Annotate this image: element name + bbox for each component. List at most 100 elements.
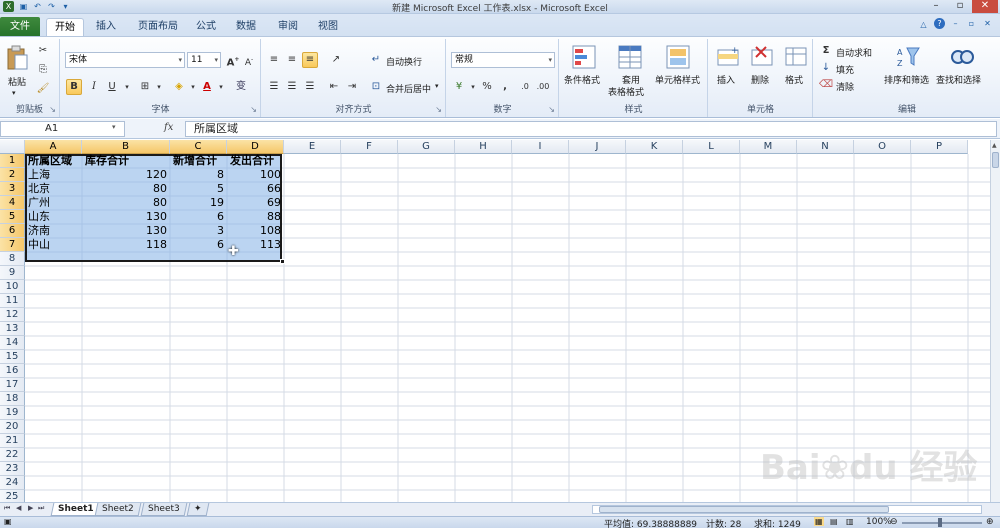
name-box[interactable]: A1 — [0, 121, 125, 137]
row-header-11[interactable]: 11 — [0, 294, 25, 308]
increase-indent-icon[interactable]: ⇥ — [344, 79, 360, 95]
wrap-text-button[interactable]: 自动换行 — [386, 55, 422, 68]
column-header-n[interactable]: N — [797, 140, 854, 154]
tab-data[interactable]: 数据 — [230, 18, 262, 36]
row-header-9[interactable]: 9 — [0, 266, 25, 280]
align-left-icon[interactable]: ☰ — [266, 79, 282, 95]
page-break-view-icon[interactable]: ▥ — [846, 517, 854, 526]
data-cell[interactable]: 118 — [82, 238, 170, 252]
horizontal-scrollbar[interactable] — [592, 505, 982, 514]
header-cell[interactable]: 发出合计 — [227, 154, 284, 168]
last-sheet-icon[interactable]: ⏭ — [38, 504, 44, 513]
row-header-18[interactable]: 18 — [0, 392, 25, 406]
row-header-23[interactable]: 23 — [0, 462, 25, 476]
row-header-12[interactable]: 12 — [0, 308, 25, 322]
font-name-select[interactable]: 宋体 ▾ — [65, 52, 185, 68]
page-layout-view-icon[interactable]: ▤ — [830, 517, 838, 526]
zoom-slider[interactable] — [902, 522, 982, 524]
merge-center-button[interactable]: 合并后居中 — [386, 82, 431, 95]
select-all-corner[interactable] — [0, 140, 25, 154]
zoom-level[interactable]: 100% — [866, 517, 892, 527]
data-cell[interactable]: 6 — [170, 238, 227, 252]
alignment-launcher-icon[interactable]: ↘ — [435, 105, 442, 114]
row-header-16[interactable]: 16 — [0, 364, 25, 378]
underline-dropdown-icon[interactable]: ▾ — [119, 79, 135, 95]
data-cell[interactable]: 8 — [170, 168, 227, 182]
data-cell[interactable]: 130 — [82, 224, 170, 238]
next-sheet-icon[interactable]: ▶ — [28, 504, 33, 512]
number-format-select[interactable]: 常规 ▾ — [451, 52, 555, 68]
wb-close-icon[interactable]: ✕ — [982, 18, 993, 29]
data-cell[interactable]: 上海 — [25, 168, 82, 182]
copy-icon[interactable]: ⎘ — [35, 62, 51, 78]
paste-label[interactable]: 粘贴 — [8, 75, 26, 88]
zoom-in-icon[interactable]: ⊕ — [986, 517, 994, 527]
orientation-icon[interactable]: ↗ — [328, 52, 344, 68]
first-sheet-icon[interactable]: ⏮ — [4, 504, 10, 513]
row-header-10[interactable]: 10 — [0, 280, 25, 294]
wb-minimize-icon[interactable]: – — [950, 18, 961, 29]
insert-function-icon[interactable]: fx — [164, 122, 173, 133]
cut-icon[interactable]: ✂ — [35, 43, 51, 59]
clear-icon[interactable]: ⌫ — [818, 77, 834, 93]
header-cell[interactable]: 库存合计 — [82, 154, 170, 168]
insert-cells-button[interactable]: 插入 — [717, 73, 735, 86]
font-launcher-icon[interactable]: ↘ — [250, 105, 257, 114]
row-header-1[interactable]: 1 — [0, 154, 25, 168]
format-cells-icon[interactable] — [785, 45, 807, 67]
row-header-4[interactable]: 4 — [0, 196, 25, 210]
zoom-slider-thumb[interactable] — [938, 518, 942, 527]
format-painter-icon[interactable]: 🖌 — [35, 81, 51, 97]
find-select-icon[interactable] — [950, 45, 974, 69]
column-header-m[interactable]: M — [740, 140, 797, 154]
clear-button[interactable]: 清除 — [836, 80, 854, 93]
paste-dropdown-icon[interactable]: ▾ — [12, 89, 16, 97]
sort-filter-icon[interactable]: AZ — [896, 45, 920, 69]
data-cell[interactable]: 山东 — [25, 210, 82, 224]
column-header-o[interactable]: O — [854, 140, 911, 154]
row-header-21[interactable]: 21 — [0, 434, 25, 448]
macro-record-icon[interactable]: ▣ — [4, 517, 12, 526]
sheet-tab-1[interactable]: Sheet1 — [50, 503, 102, 516]
wrap-text-icon[interactable]: ↵ — [368, 52, 384, 68]
h-scroll-thumb[interactable] — [599, 506, 889, 513]
decrease-indent-icon[interactable]: ⇤ — [326, 79, 342, 95]
tab-view[interactable]: 视图 — [312, 18, 344, 36]
minimize-ribbon-icon[interactable]: △ — [918, 19, 929, 30]
tab-review[interactable]: 审阅 — [272, 18, 304, 36]
column-header-l[interactable]: L — [683, 140, 740, 154]
column-header-f[interactable]: F — [341, 140, 398, 154]
column-header-b[interactable]: B — [82, 140, 170, 154]
row-header-17[interactable]: 17 — [0, 378, 25, 392]
fill-button[interactable]: 填充 — [836, 63, 854, 76]
normal-view-icon[interactable]: ▦ — [814, 517, 824, 526]
minimize-button[interactable]: – — [924, 0, 948, 13]
data-cell[interactable]: 北京 — [25, 182, 82, 196]
merge-center-icon[interactable]: ⊡ — [368, 79, 384, 95]
name-box-dropdown-icon[interactable]: ▾ — [112, 123, 116, 131]
format-as-table-icon[interactable] — [618, 45, 642, 69]
data-cell[interactable]: 80 — [82, 182, 170, 196]
conditional-format-icon[interactable] — [572, 45, 596, 69]
delete-cells-icon[interactable] — [751, 45, 773, 67]
column-header-d[interactable]: D — [227, 140, 284, 154]
tab-page-layout[interactable]: 页面布局 — [132, 18, 184, 36]
column-header-i[interactable]: I — [512, 140, 569, 154]
data-cell[interactable]: 66 — [227, 182, 284, 196]
row-header-5[interactable]: 5 — [0, 210, 25, 224]
underline-button[interactable]: U — [104, 79, 120, 95]
cell-styles-button[interactable]: 单元格样式 — [655, 73, 700, 86]
data-cell[interactable]: 100 — [227, 168, 284, 182]
conditional-format-button[interactable]: 条件格式 — [564, 73, 600, 86]
row-header-15[interactable]: 15 — [0, 350, 25, 364]
row-header-6[interactable]: 6 — [0, 224, 25, 238]
data-cell[interactable]: 120 — [82, 168, 170, 182]
data-cell[interactable]: 69 — [227, 196, 284, 210]
sort-filter-button[interactable]: 排序和筛选 — [884, 73, 929, 86]
font-color-dropdown-icon[interactable]: ▾ — [213, 79, 229, 95]
bold-button[interactable]: B — [66, 79, 82, 95]
sheet-tab-2[interactable]: Sheet2 — [94, 503, 142, 516]
sheet-tab-3[interactable]: Sheet3 — [140, 503, 188, 516]
fill-handle[interactable] — [280, 259, 285, 264]
column-header-c[interactable]: C — [170, 140, 227, 154]
